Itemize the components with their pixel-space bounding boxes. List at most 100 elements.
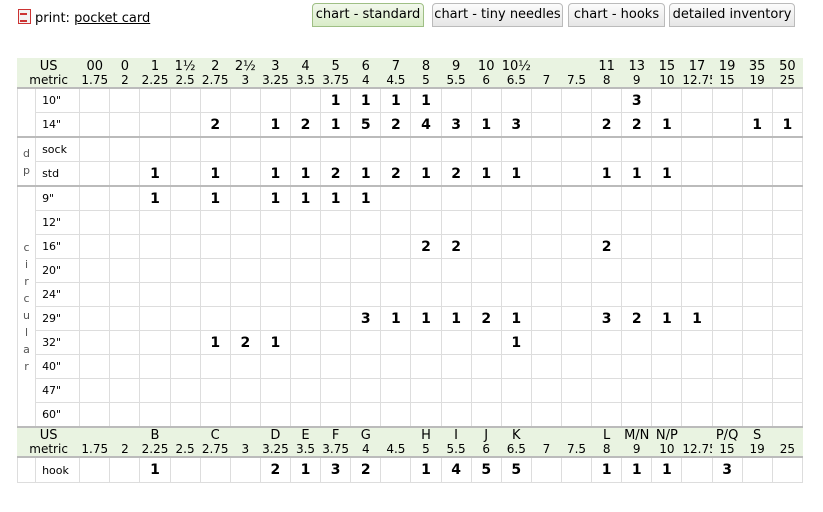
- hook-metric-header-cell: 7: [530, 442, 562, 458]
- count-cell: [470, 282, 502, 307]
- count-cell: [109, 258, 141, 283]
- count-cell: [500, 402, 532, 428]
- us-header-cell: 2: [199, 58, 231, 74]
- count-cell: [560, 185, 593, 211]
- hook-count-cell: [530, 456, 562, 483]
- hook-us-header-cell: M/N: [621, 426, 653, 443]
- count-cell: [380, 258, 412, 283]
- hook-group-label: [16, 456, 37, 483]
- count-cell: [259, 306, 291, 331]
- metric-header-cell: 3.5: [289, 73, 322, 89]
- count-cell: [199, 306, 231, 331]
- tab-detailed-inventory[interactable]: detailed inventory: [669, 3, 795, 27]
- count-cell: [440, 378, 472, 403]
- count-cell: [440, 258, 472, 283]
- count-cell: [79, 306, 111, 331]
- count-cell: [259, 378, 291, 403]
- count-cell: [591, 210, 623, 235]
- count-cell: [741, 330, 773, 355]
- count-cell: 1: [259, 185, 291, 211]
- count-cell: [591, 136, 623, 162]
- count-cell: [440, 185, 472, 211]
- hook-row: hook 1 2 1 3 2 1 4 5 5 1 1 1 3: [16, 456, 804, 483]
- hook-metric-header-label: metric: [16, 442, 81, 458]
- count-cell: [259, 234, 291, 259]
- hook-count-cell: 1: [410, 456, 442, 483]
- count-cell: [289, 378, 322, 403]
- count-cell: [289, 87, 322, 113]
- count-cell: [530, 210, 562, 235]
- hook-label: hook: [35, 456, 81, 483]
- hook-metric-header-cell: 6: [470, 442, 502, 458]
- count-cell: 2: [380, 112, 412, 138]
- inventory-row: 40": [18, 354, 804, 379]
- count-cell: [109, 234, 141, 259]
- count-cell: [199, 87, 231, 113]
- top-bar: print: pocket card chart - standard char…: [0, 0, 823, 30]
- us-header-cell: 50: [771, 58, 804, 74]
- tab-chart-tiny-needles[interactable]: chart - tiny needles: [432, 3, 563, 27]
- inventory-row: c i r c u l a r 9" 1 1 1 1 1 1: [16, 185, 804, 428]
- count-cell: [771, 185, 804, 211]
- count-cell: [440, 402, 472, 428]
- us-header-cell: 15: [651, 58, 683, 74]
- tab-chart-hooks[interactable]: chart - hooks: [568, 3, 665, 27]
- count-cell: [109, 402, 141, 428]
- count-cell: [199, 210, 231, 235]
- count-cell: [681, 210, 713, 235]
- count-cell: [259, 282, 291, 307]
- tab-chart-standard[interactable]: chart - standard: [312, 3, 424, 27]
- count-cell: [169, 136, 201, 162]
- count-cell: [651, 136, 683, 162]
- count-cell: [591, 258, 623, 283]
- count-cell: [681, 330, 713, 355]
- count-cell: [289, 402, 322, 428]
- hook-us-header-cell: [530, 426, 562, 443]
- count-cell: [350, 282, 382, 307]
- count-cell: [139, 258, 171, 283]
- count-cell: [771, 258, 804, 283]
- count-cell: 1: [199, 185, 231, 211]
- hook-metric-header-cell: 2.75: [199, 442, 231, 458]
- count-cell: 1: [320, 112, 352, 138]
- count-cell: [380, 210, 412, 235]
- count-cell: [109, 112, 141, 138]
- count-cell: [741, 402, 773, 428]
- count-cell: 1: [500, 306, 532, 331]
- metric-header-cell: 7.5: [560, 73, 593, 89]
- hook-metric-header-cell: 25: [771, 442, 804, 458]
- count-cell: 1: [259, 330, 291, 355]
- hook-count-cell: 5: [500, 456, 532, 483]
- count-cell: 1: [199, 330, 231, 355]
- count-cell: [621, 402, 653, 428]
- count-cell: [380, 378, 412, 403]
- count-cell: [169, 210, 201, 235]
- count-cell: [470, 87, 502, 113]
- count-cell: [741, 136, 773, 162]
- count-cell: 1: [139, 185, 171, 211]
- count-cell: [500, 258, 532, 283]
- hook-us-header-cell: D: [259, 426, 291, 443]
- hook-metric-header-cell: 4.5: [380, 442, 412, 458]
- pocket-card-link[interactable]: pocket card: [74, 11, 150, 26]
- count-cell: [621, 258, 653, 283]
- count-cell: [560, 210, 593, 235]
- hook-metric-header-cell: 19: [741, 442, 773, 458]
- count-cell: [169, 402, 201, 428]
- count-cell: [470, 402, 502, 428]
- count-cell: [79, 354, 111, 379]
- row-size-label: 47": [35, 378, 81, 403]
- count-cell: [199, 258, 231, 283]
- count-cell: 2: [289, 112, 322, 138]
- count-cell: [470, 234, 502, 259]
- metric-header-row: metric 1.75 2 2.25 2.5 2.75 3 3.25 3.5 3.75 4 4.5 5 5…: [16, 73, 804, 89]
- hook-metric-header-cell: 3.75: [320, 442, 352, 458]
- count-cell: [651, 87, 683, 113]
- count-cell: 1: [651, 112, 683, 138]
- row-size-label: 60": [35, 402, 81, 428]
- section-group-label: circular: [16, 185, 37, 428]
- count-cell: [229, 306, 261, 331]
- hook-count-cell: 4: [440, 456, 472, 483]
- count-cell: [109, 185, 141, 211]
- count-cell: 1: [470, 161, 502, 187]
